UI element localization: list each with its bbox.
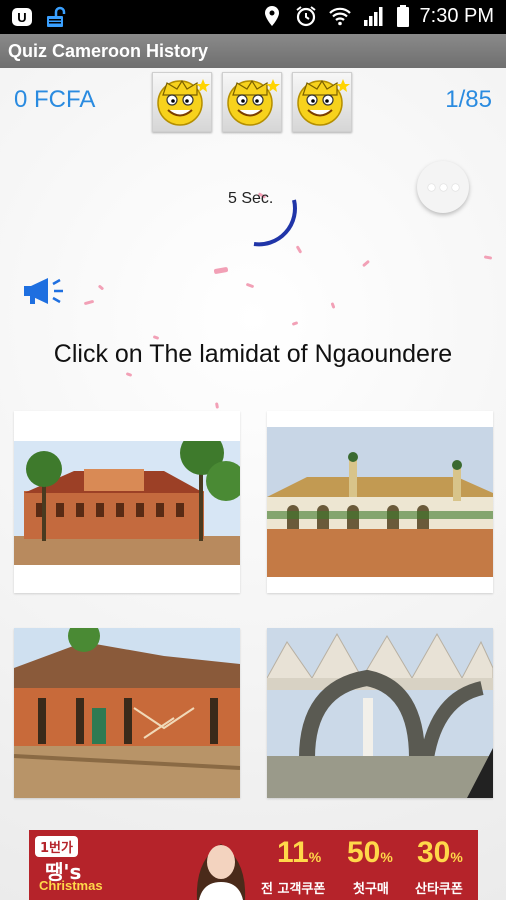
answer-image-palace [14,441,240,565]
answer-image-mosque [267,427,493,577]
signal-icon [362,4,386,28]
answer-option-2[interactable] [267,411,493,593]
app-title: Quiz Cameroon History [0,34,506,68]
smiley-icon [157,79,210,126]
ad-offer-1-label: 전 고객쿠폰 [261,882,326,897]
more-options-button[interactable] [417,161,469,213]
dot-icon [439,183,447,191]
ad-model-image [196,844,246,900]
ad-subtitle: Christmas [39,878,103,893]
ad-offer-2: 50% [347,836,393,869]
status-bar: U 7:30 PM [0,0,506,34]
location-icon [260,4,284,28]
question-counter: 1/85 [445,86,492,113]
money-balance: 0 FCFA [14,86,96,113]
smiley-icon [297,79,350,126]
ad-banner[interactable]: 1번가 땡's Christmas 11% 전 고객쿠폰 50% 첫구매 30%… [29,830,478,900]
wifi-icon [328,4,352,28]
megaphone-icon[interactable] [22,276,70,306]
ad-offer-1: 11% [277,836,322,869]
answer-option-4[interactable] [267,628,493,798]
answer-option-1[interactable] [14,411,240,593]
lifeline-button-2[interactable] [222,72,282,132]
timer-progress-arc [253,199,297,247]
answer-image-lamidat [14,628,240,798]
alarm-icon [294,4,318,28]
ad-offer-2-label: 첫구매 [353,882,389,897]
smiley-icon [227,79,280,126]
answer-option-3[interactable] [14,628,240,798]
lock-open-icon [44,5,68,29]
dot-icon [427,183,435,191]
answer-image-arches [267,628,493,798]
battery-icon [396,4,410,28]
question-text: Click on The lamidat of Ngaoundere [53,340,453,368]
status-time: 7:30 PM [419,4,494,27]
svg-text:U: U [17,10,26,25]
dot-icon [451,183,459,191]
ad-offer-3: 30% [417,836,463,869]
ad-badge: 1번가 [35,836,78,857]
lifeline-button-1[interactable] [152,72,212,132]
quiz-screen: 0 FCFA 1/85 5 Sec. Click on The lamidat … [0,68,506,900]
lifeline-button-3[interactable] [292,72,352,132]
ad-offer-3-label: 산타쿠폰 [415,882,463,897]
app-notification-icon: U [10,5,34,29]
